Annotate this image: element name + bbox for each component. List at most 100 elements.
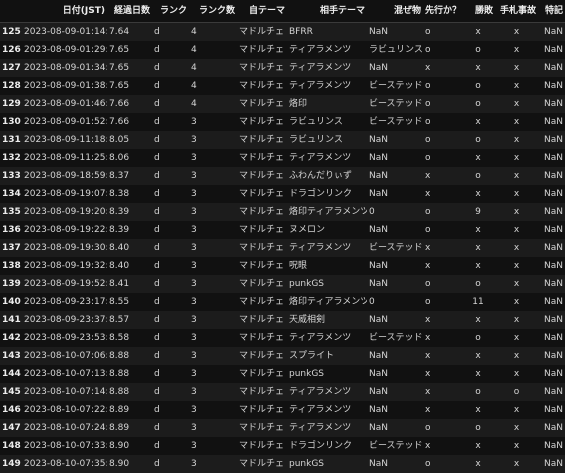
cell-mixed: NaN <box>367 131 423 149</box>
cell-hand-accident: x <box>495 275 538 293</box>
cell-notes: NaN <box>538 41 565 59</box>
cell-mixed: ラビュリンス <box>367 41 423 59</box>
cell-own-theme: マドルチェ <box>237 95 287 113</box>
column-header-hand-accident: 手札事故 <box>495 0 538 23</box>
cell-mixed: NaN <box>367 347 423 365</box>
cell-mixed: NaN <box>367 23 423 42</box>
cell-win-loss: x <box>461 347 495 365</box>
cell-rank: d <box>152 113 189 131</box>
cell-rank-count: 3 <box>189 347 237 365</box>
cell-opponent-theme: ティアラメンツ <box>287 329 367 347</box>
cell-win-loss: x <box>461 437 495 455</box>
cell-rank-count: 3 <box>189 437 237 455</box>
cell-going-first: o <box>423 221 461 239</box>
cell-elapsed-days: 8.55 <box>107 293 152 311</box>
cell-going-first: x <box>423 59 461 77</box>
cell-opponent-theme: ティアラメンツ <box>287 419 367 437</box>
cell-rank-count: 3 <box>189 293 237 311</box>
cell-rank: d <box>152 167 189 185</box>
cell-rank-count: 3 <box>189 401 237 419</box>
table-row: 1412023-08-09-23:37:498.57d3マドルチェ天威相剣NaN… <box>0 311 565 329</box>
cell-date: 2023-08-09-01:14:39 <box>22 23 107 42</box>
cell-hand-accident: x <box>495 221 538 239</box>
cell-win-loss: 9 <box>461 203 495 221</box>
cell-own-theme: マドルチェ <box>237 311 287 329</box>
cell-date: 2023-08-09-01:34:51 <box>22 59 107 77</box>
cell-going-first: x <box>423 257 461 275</box>
row-index: 131 <box>0 131 22 149</box>
row-index: 148 <box>0 437 22 455</box>
cell-own-theme: マドルチェ <box>237 365 287 383</box>
cell-win-loss: x <box>461 365 495 383</box>
cell-notes: NaN <box>538 23 565 42</box>
cell-win-loss: x <box>461 113 495 131</box>
cell-date: 2023-08-09-19:07:13 <box>22 185 107 203</box>
cell-opponent-theme: ヌメロン <box>287 221 367 239</box>
row-index: 134 <box>0 185 22 203</box>
cell-date: 2023-08-10-07:14:08 <box>22 383 107 401</box>
cell-date: 2023-08-09-19:20:28 <box>22 203 107 221</box>
table-row: 1402023-08-09-23:17:368.55d3マドルチェ烙印ティアラメ… <box>0 293 565 311</box>
cell-notes: NaN <box>538 149 565 167</box>
cell-win-loss: o <box>461 275 495 293</box>
cell-going-first: x <box>423 185 461 203</box>
header-row: 日付(JST) 経過日数 ランク ランク数 自テーマ 相手テーマ 混ぜ物 先行か… <box>0 0 565 23</box>
cell-mixed: ビーステッド <box>367 95 423 113</box>
cell-own-theme: マドルチェ <box>237 419 287 437</box>
row-index: 141 <box>0 311 22 329</box>
column-header-going-first: 先行か？ <box>423 0 461 23</box>
cell-mixed: ビーステッド <box>367 239 423 257</box>
cell-hand-accident: x <box>495 185 538 203</box>
table-row: 1392023-08-09-19:52:108.41d3マドルチェpunkGSN… <box>0 275 565 293</box>
table-row: 1272023-08-09-01:34:517.65d4マドルチェティアラメンツ… <box>0 59 565 77</box>
row-index: 145 <box>0 383 22 401</box>
cell-mixed: ビーステッド <box>367 113 423 131</box>
cell-mixed: NaN <box>367 257 423 275</box>
cell-win-loss: o <box>461 131 495 149</box>
cell-win-loss: o <box>461 77 495 95</box>
cell-elapsed-days: 7.65 <box>107 41 152 59</box>
cell-rank-count: 3 <box>189 329 237 347</box>
cell-date: 2023-08-09-11:25:19 <box>22 149 107 167</box>
cell-rank-count: 4 <box>189 41 237 59</box>
cell-notes: NaN <box>538 293 565 311</box>
cell-mixed: NaN <box>367 419 423 437</box>
row-index: 129 <box>0 95 22 113</box>
cell-notes: NaN <box>538 95 565 113</box>
cell-rank-count: 4 <box>189 59 237 77</box>
cell-rank: d <box>152 347 189 365</box>
cell-going-first: x <box>423 347 461 365</box>
column-header-own-theme: 自テーマ <box>237 0 287 23</box>
cell-hand-accident: x <box>495 113 538 131</box>
cell-elapsed-days: 7.64 <box>107 23 152 42</box>
cell-hand-accident: x <box>495 77 538 95</box>
cell-elapsed-days: 8.37 <box>107 167 152 185</box>
cell-hand-accident: x <box>495 347 538 365</box>
cell-rank-count: 4 <box>189 77 237 95</box>
cell-mixed: 0 <box>367 293 423 311</box>
cell-own-theme: マドルチェ <box>237 239 287 257</box>
cell-elapsed-days: 8.39 <box>107 203 152 221</box>
cell-elapsed-days: 7.65 <box>107 59 152 77</box>
cell-notes: NaN <box>538 185 565 203</box>
cell-rank: d <box>152 239 189 257</box>
cell-going-first: x <box>423 311 461 329</box>
cell-date: 2023-08-09-23:17:36 <box>22 293 107 311</box>
cell-hand-accident: x <box>495 203 538 221</box>
cell-hand-accident: x <box>495 41 538 59</box>
cell-elapsed-days: 8.88 <box>107 383 152 401</box>
table-row: 1442023-08-10-07:13:028.88d3マドルチェpunkGSN… <box>0 365 565 383</box>
cell-rank-count: 3 <box>189 131 237 149</box>
cell-win-loss: x <box>461 401 495 419</box>
cell-going-first: o <box>423 23 461 42</box>
row-index: 143 <box>0 347 22 365</box>
cell-win-loss: x <box>461 23 495 42</box>
cell-win-loss: x <box>461 59 495 77</box>
cell-own-theme: マドルチェ <box>237 59 287 77</box>
cell-opponent-theme: ドラゴンリンク <box>287 437 367 455</box>
cell-rank-count: 3 <box>189 257 237 275</box>
cell-rank: d <box>152 419 189 437</box>
table-row: 1462023-08-10-07:22:468.89d3マドルチェティアラメンツ… <box>0 401 565 419</box>
cell-notes: NaN <box>538 239 565 257</box>
table-row: 1282023-08-09-01:38:597.65d4マドルチェティアラメンツ… <box>0 77 565 95</box>
